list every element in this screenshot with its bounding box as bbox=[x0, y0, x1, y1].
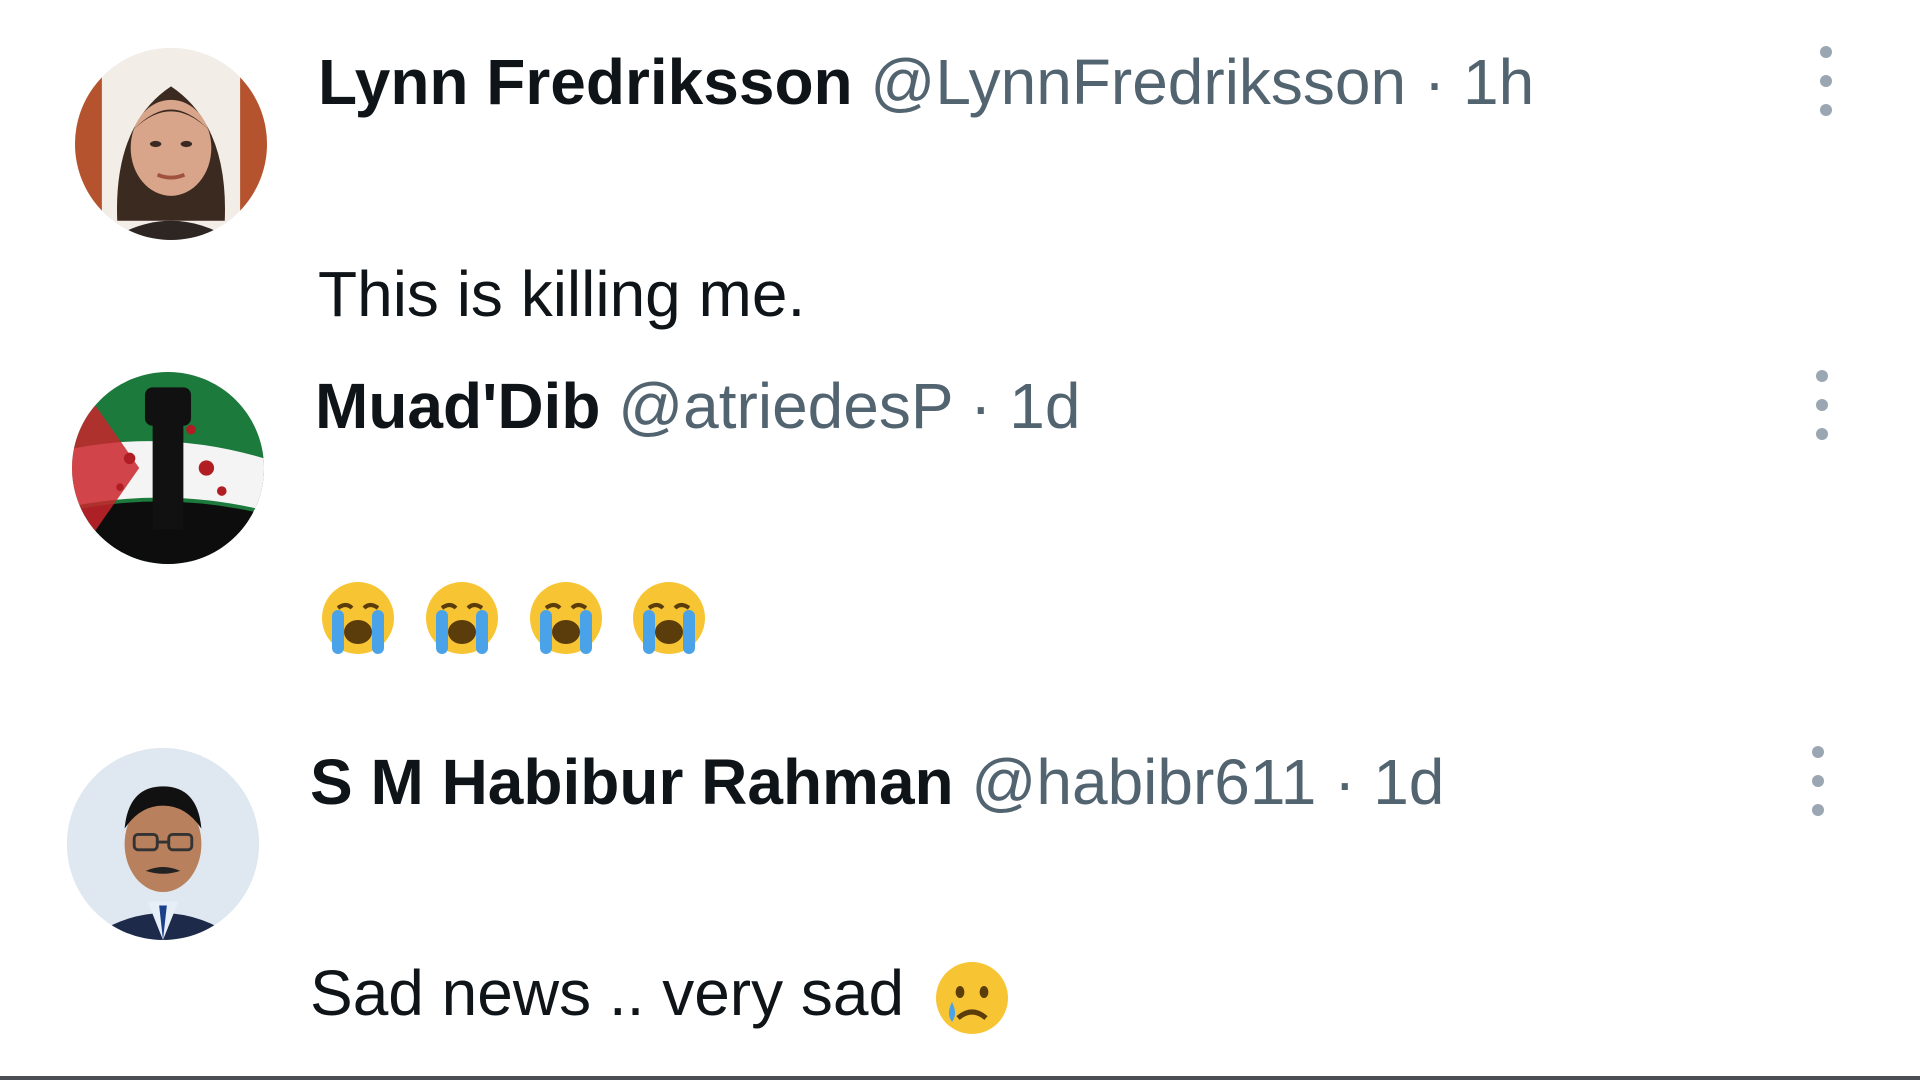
more-options-icon[interactable] bbox=[1808, 746, 1828, 816]
avatar[interactable] bbox=[72, 372, 264, 564]
separator: · bbox=[1334, 746, 1356, 818]
timestamp[interactable]: 1d bbox=[1009, 370, 1080, 442]
replies-thread: Lynn Fredriksson @LynnFredriksson · 1h T… bbox=[0, 0, 1920, 1080]
crying-face-icon bbox=[932, 958, 1012, 1038]
loudly-crying-face-icon bbox=[526, 578, 606, 658]
loudly-crying-face-icon bbox=[629, 578, 709, 658]
user-handle[interactable]: @habibr611 bbox=[971, 746, 1316, 818]
display-name[interactable]: Muad'Dib bbox=[315, 370, 600, 442]
display-name[interactable]: S M Habibur Rahman bbox=[310, 746, 954, 818]
divider bbox=[0, 1076, 1920, 1080]
reply-header: Muad'Dib @atriedesP · 1d bbox=[315, 374, 1080, 438]
reply-header: S M Habibur Rahman @habibr611 · 1d bbox=[310, 750, 1444, 814]
avatar[interactable] bbox=[75, 48, 267, 240]
reply-emoji-row bbox=[318, 578, 709, 658]
reply-header: Lynn Fredriksson @LynnFredriksson · 1h bbox=[318, 50, 1534, 114]
avatar-photo-woman bbox=[75, 48, 267, 240]
loudly-crying-face-icon bbox=[318, 578, 398, 658]
more-options-icon[interactable] bbox=[1816, 46, 1836, 116]
avatar-photo-man bbox=[67, 748, 259, 940]
display-name[interactable]: Lynn Fredriksson bbox=[318, 46, 853, 118]
separator: · bbox=[1423, 46, 1446, 118]
more-options-icon[interactable] bbox=[1812, 370, 1832, 440]
reply-text: This is killing me. bbox=[318, 258, 806, 330]
user-handle[interactable]: @LynnFredriksson bbox=[870, 46, 1406, 118]
reply-text: Sad news .. very sad bbox=[310, 956, 905, 1029]
user-handle[interactable]: @atriedesP bbox=[618, 370, 952, 442]
reply-text-row: Sad news .. very sad bbox=[310, 958, 1012, 1038]
timestamp[interactable]: 1d bbox=[1373, 746, 1444, 818]
loudly-crying-face-icon bbox=[422, 578, 502, 658]
avatar[interactable] bbox=[67, 748, 259, 940]
avatar-image-fist-flag bbox=[72, 372, 264, 564]
separator: · bbox=[970, 370, 992, 442]
timestamp[interactable]: 1h bbox=[1463, 46, 1534, 118]
